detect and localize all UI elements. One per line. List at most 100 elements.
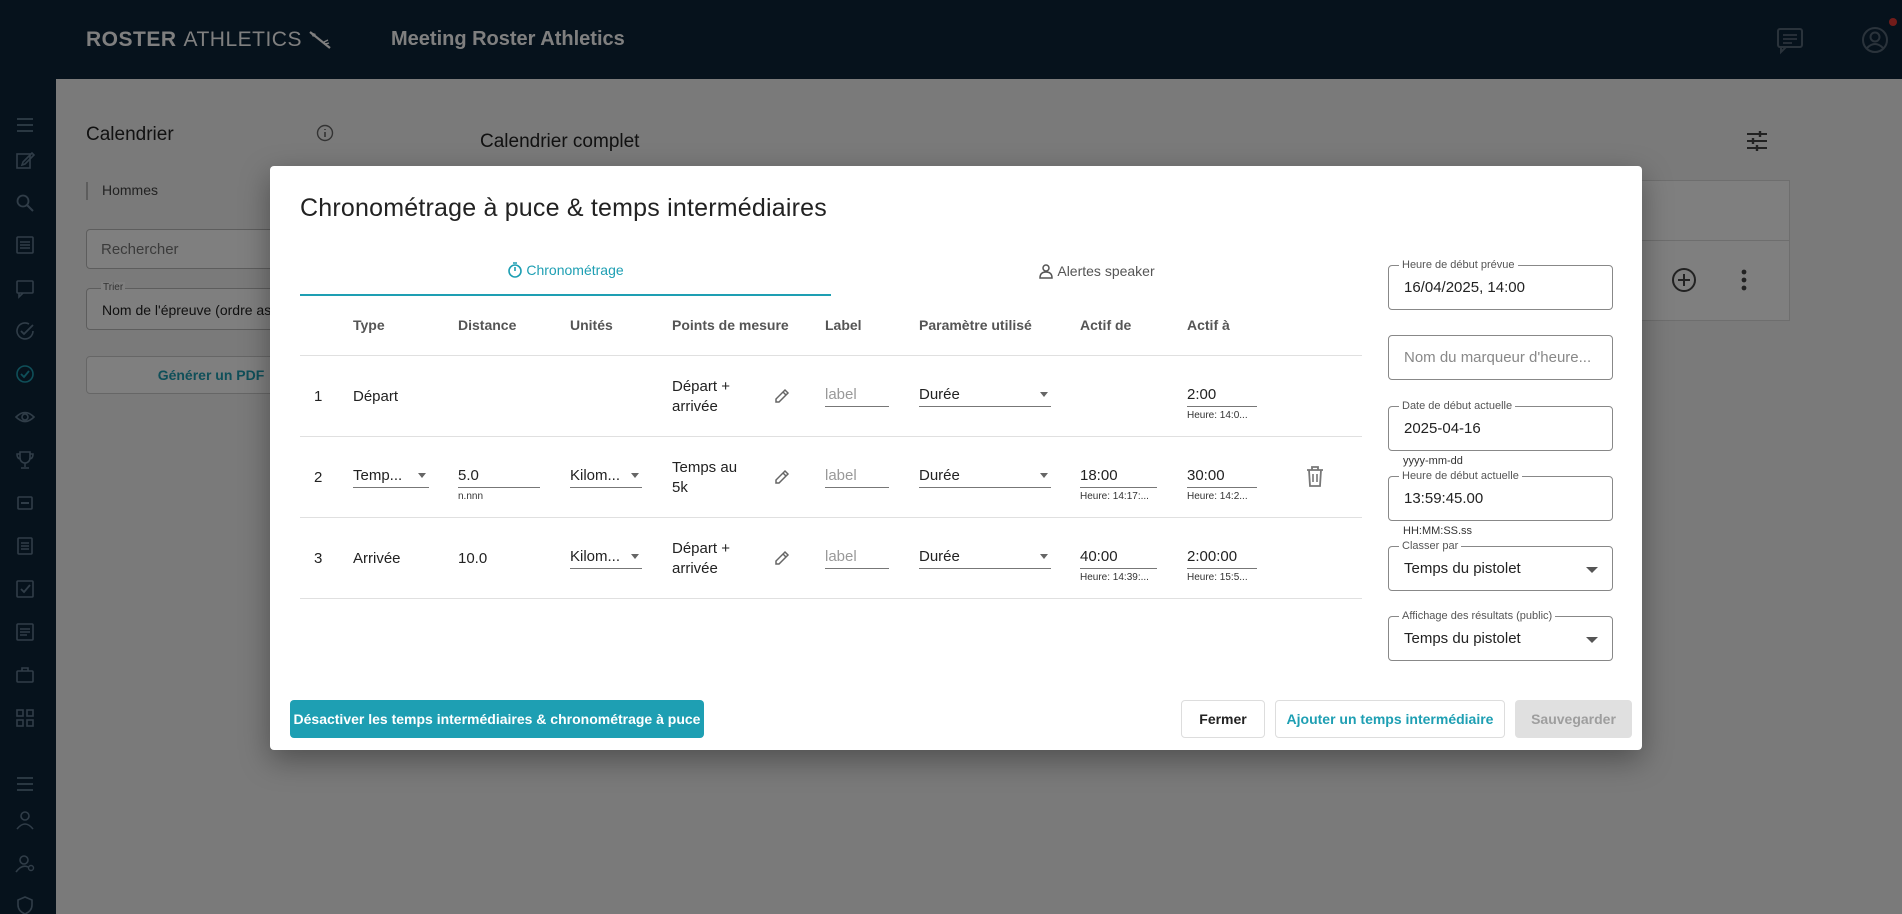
- active-to-helper: Heure: 14:2...: [1187, 491, 1248, 502]
- active-to-value: 2:00: [1187, 386, 1217, 403]
- active-from-input[interactable]: 18:00: [1080, 464, 1157, 488]
- disable-splits-button[interactable]: Désactiver les temps intermédiaires & ch…: [290, 700, 704, 738]
- active-to-value: 30:00: [1187, 467, 1225, 484]
- distance-value: 5.0: [458, 467, 479, 484]
- active-to-input[interactable]: 30:00: [1187, 464, 1257, 488]
- modal-tabs: Chronométrage Alertes speaker: [300, 246, 1362, 296]
- edit-icon[interactable]: [772, 467, 792, 487]
- timer-icon: [508, 262, 523, 278]
- actual-start-date-value: 2025-04-16: [1404, 420, 1481, 437]
- timing-modal: Chronométrage à puce & temps intermédiai…: [270, 166, 1642, 750]
- actual-start-date-label: Date de début actuelle: [1399, 400, 1516, 412]
- rank-by-value: Temps du pistolet: [1404, 560, 1521, 577]
- chevron-down-icon: [1586, 637, 1598, 643]
- chevron-down-icon: [1040, 392, 1048, 397]
- rank-by-label: Classer par: [1399, 540, 1462, 552]
- units-value: Kilom...: [570, 467, 621, 484]
- active-to-value: 2:00:00: [1187, 548, 1238, 565]
- label-input[interactable]: label: [825, 545, 889, 569]
- col-param: Paramètre utilisé: [919, 317, 1032, 333]
- points-line-1: Temps au: [672, 459, 738, 476]
- actual-start-date-helper: yyyy-mm-dd: [1403, 455, 1463, 467]
- points-line-2: 5k: [672, 479, 688, 496]
- table-row: 3 Arrivée 10.0 Kilom... Départ + arrivée…: [300, 518, 1362, 599]
- planned-start-label: Heure de début prévue: [1399, 259, 1518, 271]
- tab-chronometrage[interactable]: Chronométrage: [300, 246, 831, 296]
- active-from-value: 18:00: [1080, 467, 1118, 484]
- label-placeholder: label: [825, 548, 857, 565]
- label-placeholder: label: [825, 467, 857, 484]
- delete-icon[interactable]: [1302, 463, 1328, 489]
- active-to-helper: Heure: 15:5...: [1187, 572, 1248, 583]
- distance-helper: n.nnn: [458, 491, 484, 502]
- table-row: 2 Temp... 5.0 n.nnn Kilom... Temps au 5k…: [300, 437, 1362, 518]
- row-points: Départ + arrivée: [672, 377, 752, 417]
- tab-alertes-speaker[interactable]: Alertes speaker: [831, 246, 1362, 296]
- chevron-down-icon: [1586, 567, 1598, 573]
- col-units: Unités: [570, 317, 613, 333]
- table-row: 1 Départ Départ + arrivée label Durée 2:…: [300, 356, 1362, 437]
- param-value: Durée: [919, 467, 960, 484]
- planned-start-value: 16/04/2025, 14:00: [1404, 279, 1525, 296]
- points-line-2: arrivée: [672, 560, 718, 577]
- label-input[interactable]: label: [825, 383, 889, 407]
- chevron-down-icon: [1040, 554, 1048, 559]
- person-icon: [1039, 264, 1054, 279]
- points-line-1: Départ +: [672, 540, 730, 557]
- col-active-from: Actif de: [1080, 317, 1132, 333]
- table-header: Type Distance Unités Points de mesure La…: [300, 296, 1362, 356]
- row-number: 2: [314, 469, 323, 486]
- type-select[interactable]: Temp...: [353, 464, 429, 488]
- results-display-select[interactable]: Affichage des résultats (public) Temps d…: [1388, 610, 1613, 661]
- actual-start-date-field[interactable]: Date de début actuelle 2025-04-16: [1388, 400, 1613, 451]
- col-points: Points de mesure: [672, 317, 789, 333]
- row-distance: 10.0: [458, 550, 488, 567]
- add-split-button[interactable]: Ajouter un temps intermédiaire: [1275, 700, 1505, 738]
- edit-icon[interactable]: [772, 386, 792, 406]
- chevron-down-icon: [1040, 473, 1048, 478]
- tab-alertes-speaker-label: Alertes speaker: [1057, 263, 1155, 279]
- active-from-input[interactable]: 40:00: [1080, 545, 1157, 569]
- units-value: Kilom...: [570, 548, 621, 565]
- active-to-input[interactable]: 2:00:00: [1187, 545, 1257, 569]
- label-input[interactable]: label: [825, 464, 889, 488]
- active-from-helper: Heure: 14:39:...: [1080, 572, 1149, 583]
- active-from-value: 40:00: [1080, 548, 1118, 565]
- active-from-helper: Heure: 14:17:...: [1080, 491, 1149, 502]
- actual-start-time-helper: HH:MM:SS.ss: [1403, 525, 1473, 537]
- close-button[interactable]: Fermer: [1181, 700, 1265, 738]
- active-to-input[interactable]: 2:00: [1187, 383, 1257, 407]
- chevron-down-icon: [631, 554, 639, 559]
- param-select[interactable]: Durée: [919, 464, 1051, 488]
- row-type: Départ: [353, 388, 399, 405]
- marker-name-input[interactable]: Nom du marqueur d'heure...: [1388, 335, 1613, 380]
- edit-icon[interactable]: [772, 548, 792, 568]
- rank-by-select[interactable]: Classer par Temps du pistolet: [1388, 540, 1613, 591]
- save-button[interactable]: Sauvegarder: [1515, 700, 1632, 738]
- actual-start-time-field[interactable]: Heure de début actuelle 13:59:45.00: [1388, 470, 1613, 521]
- param-value: Durée: [919, 386, 960, 403]
- chevron-down-icon: [631, 473, 639, 478]
- row-number: 1: [314, 388, 323, 405]
- label-placeholder: label: [825, 386, 857, 403]
- units-select[interactable]: Kilom...: [570, 464, 642, 488]
- param-select[interactable]: Durée: [919, 383, 1051, 407]
- points-line-1: Départ +: [672, 378, 730, 395]
- distance-input[interactable]: 5.0: [458, 464, 540, 488]
- param-select[interactable]: Durée: [919, 545, 1051, 569]
- planned-start-field[interactable]: Heure de début prévue 16/04/2025, 14:00: [1388, 259, 1613, 310]
- marker-name-placeholder: Nom du marqueur d'heure...: [1404, 349, 1592, 366]
- actual-start-time-value: 13:59:45.00: [1404, 490, 1484, 507]
- results-display-value: Temps du pistolet: [1404, 630, 1521, 647]
- units-select[interactable]: Kilom...: [570, 545, 642, 569]
- modal-title: Chronométrage à puce & temps intermédiai…: [300, 194, 827, 222]
- col-distance: Distance: [458, 317, 517, 333]
- type-value: Temp...: [353, 467, 403, 484]
- param-value: Durée: [919, 548, 960, 565]
- col-type: Type: [353, 317, 385, 333]
- row-points: Temps au 5k: [672, 458, 752, 498]
- tab-chronometrage-label: Chronométrage: [526, 262, 624, 278]
- active-to-helper: Heure: 14:0...: [1187, 410, 1248, 421]
- row-number: 3: [314, 550, 323, 567]
- col-label: Label: [825, 317, 862, 333]
